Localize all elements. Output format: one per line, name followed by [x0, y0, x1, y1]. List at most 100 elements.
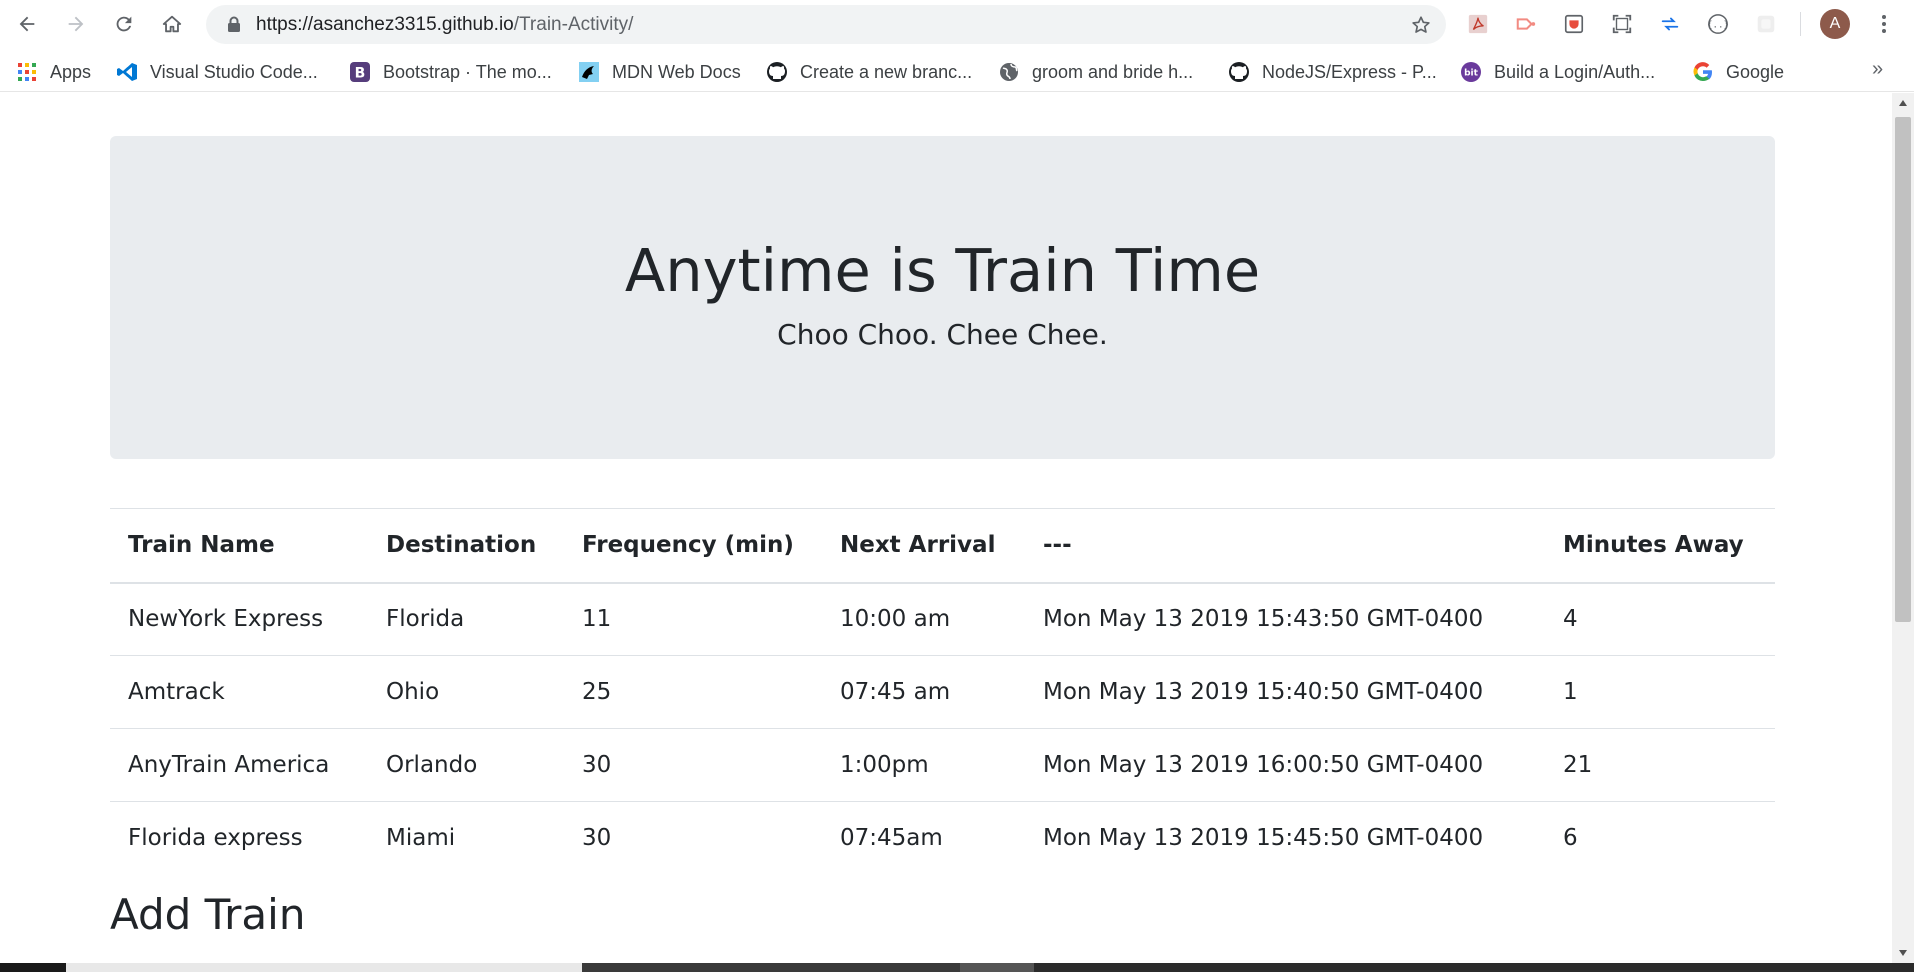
generic-extension-icon[interactable]	[1754, 12, 1778, 36]
cell-timestamp: Mon May 13 2019 15:40:50 GMT-0400	[1043, 679, 1484, 705]
svg-text:{..}: {..}	[1707, 20, 1729, 31]
bootstrap-icon: B	[349, 61, 371, 83]
browser-menu-icon[interactable]	[1872, 12, 1896, 36]
svg-text:bit: bit	[1464, 69, 1479, 79]
svg-text:B: B	[355, 66, 366, 82]
screencast-extension-icon[interactable]	[1514, 12, 1538, 36]
cell-destination: Miami	[386, 825, 456, 852]
pdf-extension-icon[interactable]	[1466, 12, 1490, 36]
cell-train-name: Amtrack	[128, 679, 225, 705]
screencast-icon	[1516, 18, 1536, 30]
address-bar[interactable]: https://asanchez3315.github.io/Train-Act…	[206, 5, 1446, 44]
url-path: /Train-Activity/	[513, 14, 634, 35]
bookmark-label: Google	[1726, 61, 1785, 82]
caret-up-icon	[1899, 100, 1907, 106]
forward-button[interactable]	[61, 9, 91, 39]
cell-minutes-away: 4	[1563, 606, 1578, 633]
profile-avatar[interactable]: A	[1820, 9, 1850, 39]
json-extension-icon[interactable]: {..}	[1706, 12, 1730, 36]
screen-capture-icon	[1612, 14, 1632, 34]
scroll-up-button[interactable]	[1892, 93, 1914, 113]
scroll-down-button[interactable]	[1892, 943, 1914, 963]
sync-extension-icon[interactable]	[1658, 12, 1682, 36]
strip-segment	[66, 963, 582, 972]
home-icon	[162, 15, 182, 33]
pocket-icon	[1564, 14, 1584, 34]
table-row: Florida express Miami 30 07:45am Mon May…	[110, 802, 1775, 875]
column-header-timestamp: ---	[1043, 532, 1072, 559]
column-header-frequency: Frequency (min)	[582, 532, 794, 559]
bookmark-google[interactable]: Google	[1692, 60, 1784, 84]
column-header-train-name: Train Name	[128, 532, 275, 559]
bookmarks-bar: Apps Visual Studio Code... B Bootstrap ·…	[0, 52, 1914, 92]
cell-minutes-away: 1	[1563, 679, 1578, 705]
strip-segment	[0, 963, 66, 972]
cell-train-name: AnyTrain America	[128, 752, 330, 778]
bookmark-nodejs-express[interactable]: NodeJS/Express - P...	[1228, 60, 1437, 84]
more-bookmarks-button[interactable]: »	[1872, 58, 1883, 81]
strip-segment	[582, 963, 960, 972]
bookmark-mdn[interactable]: MDN Web Docs	[578, 60, 741, 84]
url-text: https://asanchez3315.github.io/Train-Act…	[256, 14, 633, 36]
toolbar-separator	[1800, 12, 1801, 36]
bookmark-star-icon[interactable]	[1410, 14, 1432, 36]
window-bottom-strip	[0, 963, 1914, 972]
cell-timestamp: Mon May 13 2019 16:00:50 GMT-0400	[1043, 752, 1484, 778]
table-row: AnyTrain America Orlando 30 1:00pm Mon M…	[110, 729, 1775, 802]
vscode-icon	[116, 61, 138, 83]
train-schedule-table: Train Name Destination Frequency (min) N…	[110, 508, 1775, 875]
bookmark-label: Create a new branc...	[800, 61, 973, 82]
bookmark-vscode[interactable]: Visual Studio Code...	[116, 60, 318, 84]
table-row: NewYork Express Florida 11 10:00 am Mon …	[110, 583, 1775, 656]
cell-destination: Florida	[386, 606, 465, 633]
back-button[interactable]	[12, 9, 42, 39]
bookmark-build-login[interactable]: bit Build a Login/Auth...	[1460, 60, 1655, 84]
caret-down-icon	[1899, 950, 1907, 956]
lock-icon	[228, 16, 240, 32]
bookmark-label: Build a Login/Auth...	[1494, 61, 1656, 82]
cell-destination: Orlando	[386, 752, 478, 778]
bookmark-bootstrap[interactable]: B Bootstrap · The mo...	[349, 60, 552, 84]
table-row: Amtrack Ohio 25 07:45 am Mon May 13 2019…	[110, 656, 1775, 729]
json-braces-icon: {..}	[1707, 14, 1729, 34]
github-icon	[1228, 61, 1250, 83]
jumbotron: Anytime is Train Time Choo Choo. Chee Ch…	[110, 136, 1775, 459]
pocket-extension-icon[interactable]	[1562, 12, 1586, 36]
swap-arrows-icon	[1661, 17, 1679, 31]
cell-train-name: Florida express	[128, 825, 303, 852]
cell-timestamp: Mon May 13 2019 15:43:50 GMT-0400	[1043, 606, 1484, 633]
page-subtitle: Choo Choo. Chee Chee.	[777, 318, 1108, 351]
bookmark-label: groom and bride h...	[1032, 61, 1194, 82]
scrollbar-thumb[interactable]	[1895, 117, 1911, 622]
home-button[interactable]	[157, 9, 187, 39]
cell-timestamp: Mon May 13 2019 15:45:50 GMT-0400	[1043, 825, 1484, 852]
cell-next-arrival: 07:45 am	[840, 679, 951, 705]
bookmark-label: NodeJS/Express - P...	[1262, 61, 1437, 82]
placeholder-extension-icon	[1757, 15, 1775, 33]
bookmark-groom-bride[interactable]: groom and bride h...	[998, 60, 1193, 84]
arrow-right-icon	[68, 16, 84, 32]
bookmark-apps[interactable]: Apps	[16, 60, 91, 84]
strip-segment	[960, 963, 1034, 972]
github-icon	[766, 61, 788, 83]
google-icon	[1692, 61, 1714, 83]
cell-frequency: 11	[582, 606, 612, 633]
bookmark-label: Bootstrap · The mo...	[383, 61, 552, 82]
bookmark-label: MDN Web Docs	[612, 61, 741, 82]
column-header-minutes-away: Minutes Away	[1563, 532, 1744, 559]
reload-button[interactable]	[109, 9, 139, 39]
bookmark-label: Visual Studio Code...	[150, 61, 318, 82]
screenshot-extension-icon[interactable]	[1610, 12, 1634, 36]
column-header-next-arrival: Next Arrival	[840, 532, 996, 559]
arrow-left-icon	[19, 16, 35, 32]
globe-icon	[998, 61, 1020, 83]
cell-next-arrival: 07:45am	[840, 825, 943, 852]
bookmark-github-branch[interactable]: Create a new branc...	[766, 60, 972, 84]
cell-frequency: 30	[582, 752, 612, 778]
cell-next-arrival: 1:00pm	[840, 752, 929, 778]
cell-minutes-away: 6	[1563, 825, 1578, 852]
page-scrollbar[interactable]	[1892, 93, 1914, 963]
pdf-icon	[1468, 14, 1488, 34]
reload-icon	[116, 16, 132, 32]
cell-train-name: NewYork Express	[128, 606, 324, 633]
